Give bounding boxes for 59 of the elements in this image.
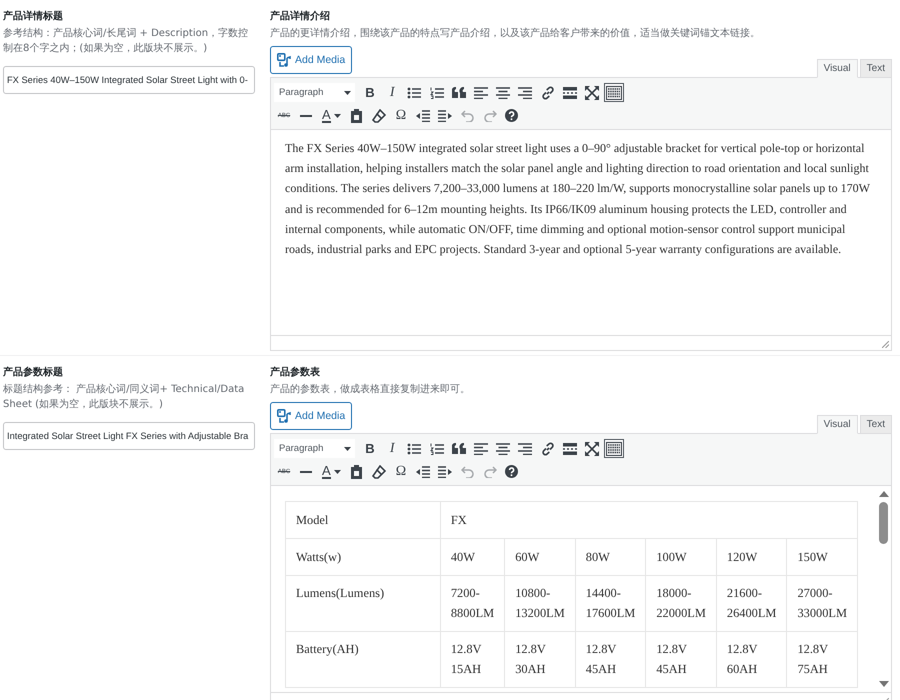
special-character-button[interactable]: Ω [390,106,411,125]
table-cell: 80W [575,538,646,576]
toolbar-toggle-icon[interactable] [604,439,624,458]
table-cell: Model [286,502,440,538]
toolbar-toggle-icon[interactable] [604,83,624,102]
resize-handle-icon[interactable] [882,341,889,348]
table-cell: Watts(w) [286,538,440,576]
body-paragraph: The FX Series 40W–150W integrated solar street light uses a 0–90° adjustable bracket for vertical pole-top or horizontal arm installation, helping installers match the solar panel angle and lighting direction to road orientation and local sunlight conditions. The series delivers 7,200–33,000 lumens at 180–220 lm/W, supports monocrystalline solar panels up to 170W and is recommended for 6–12m mounting heights. Its IP66/IK09 aluminum housing protects the LED, controller and internal components, while automatic ON/OFF, time dimming and optional motion-sensor control support municipal roads, industrial parks and EPC projects. Standard 3-year and optional 5-year warranty configurations are available. [285,140,871,258]
field-label: 产品详情介绍 [270,10,331,24]
table-cell: 12.8V 60AH [716,632,787,688]
field-label: 产品参数标题 [3,366,64,380]
table-cell: 12.8V 30AH [504,632,576,688]
editor-tab[interactable]: Text [860,59,892,77]
editor-tab[interactable]: Visual [816,59,858,78]
table-cell: 12.8V 15AH [440,632,505,688]
caret-icon [334,470,341,474]
special-character-button[interactable]: Ω [390,462,411,481]
bold-button[interactable]: B [360,83,380,102]
table-cell: 120W [716,538,787,576]
field-label: 产品参数表 [270,366,321,380]
format-dropdown[interactable]: Paragraph [274,83,355,102]
table-cell: 21600-26400LM [716,576,787,632]
caret-icon [344,446,351,450]
bold-button[interactable]: B [360,439,380,458]
table-cell: 14400-17600LM [575,576,646,632]
table-cell: 60W [504,538,576,576]
italic-button[interactable]: I [382,83,402,102]
caret-icon [334,114,341,118]
editor-tab[interactable]: Text [860,415,892,433]
table-cell: Battery(AH) [286,632,440,688]
table-cell: 40W [440,538,505,576]
title-input[interactable]: Integrated Solar Street Light FX Series with Adjustable Bra [3,422,255,450]
table-cell: 150W [786,538,858,576]
field-hint: 标题结构参考： 产品核心词/同义词+ Technical/Data Sheet (如果为空，此版块不展示。) [3,382,246,412]
table-cell: 7200-8800LM [440,576,505,632]
media-icon [277,409,291,423]
add-media-button[interactable]: Add Media [270,402,352,430]
editor-tab[interactable]: Visual [816,415,858,434]
table-cell: Lumens(Lumens) [286,576,440,632]
field-hint: 参考结构：产品核心词/长尾词 + Description，字数控制在8个字之内；(如果为空，此版块不展示。) [3,26,250,56]
media-icon [277,53,291,67]
table-cell: 27000-33000LM [786,576,858,632]
field-hint: 产品的参数表，做成表格直接复制进来即可。 [270,382,471,397]
table-cell: 18000-22000LM [646,576,716,632]
title-input[interactable]: FX Series 40W–150W Integrated Solar Street Light with 0- [3,66,255,94]
table-cell: 12.8V 45AH [646,632,716,688]
text-color-button[interactable]: A [318,106,344,125]
table-cell: FX [440,502,858,538]
field-hint: 产品的更详情介绍，围绕该产品的特点写产品介绍，以及该产品给客户带来的价值，适当做关键词锚文本链接。 [270,26,761,41]
table-cell: 12.8V 75AH [786,632,858,688]
table-cell: 100W [646,538,716,576]
format-dropdown[interactable]: Paragraph [274,439,355,458]
table-cell: 12.8V 45AH [575,632,646,688]
add-media-button[interactable]: Add Media [270,46,352,74]
text-color-button[interactable]: A [318,462,344,481]
caret-icon [344,90,351,94]
table-cell: 10800-13200LM [504,576,576,632]
italic-button[interactable]: I [382,439,402,458]
field-label: 产品详情标题 [3,10,64,24]
